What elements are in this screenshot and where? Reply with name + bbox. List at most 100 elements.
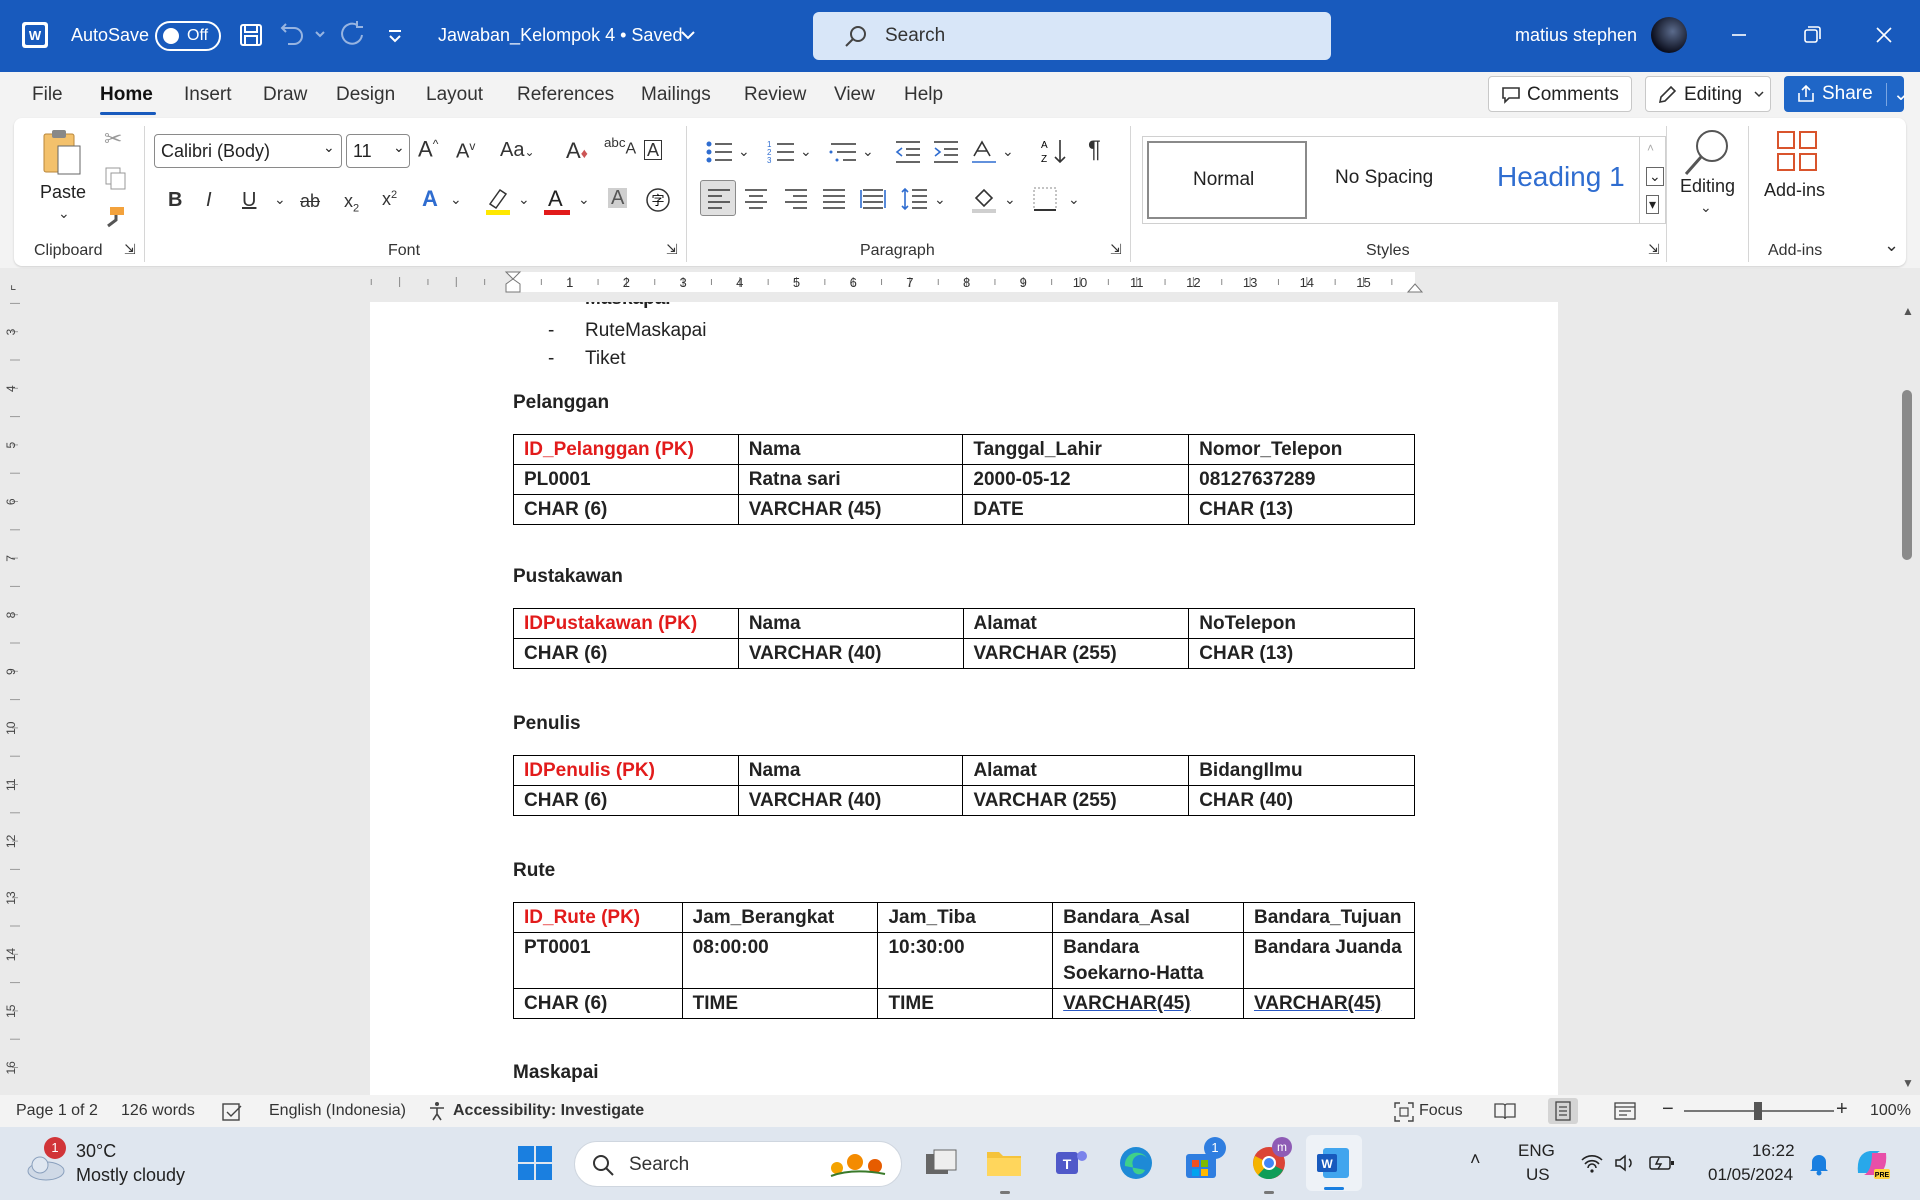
font-name-select[interactable]: Calibri (Body) ⌄ <box>154 134 342 168</box>
tab-selector-icon[interactable]: ⌞ <box>10 276 17 293</box>
strikethrough-icon[interactable]: ab <box>300 192 320 210</box>
language-top[interactable]: ENG <box>1518 1141 1555 1161</box>
document-title[interactable]: Jawaban_Kelompok 4 • Saved <box>438 25 682 46</box>
page-count[interactable]: Page 1 of 2 <box>16 1102 98 1120</box>
tab-mailings[interactable]: Mailings <box>641 84 711 106</box>
word-count[interactable]: 126 words <box>121 1102 195 1120</box>
focus-label[interactable]: Focus <box>1419 1102 1463 1120</box>
editing-dropdown-icon[interactable]: ⌄ <box>1700 200 1712 214</box>
superscript-icon[interactable]: x2 <box>382 190 397 209</box>
web-layout-icon[interactable] <box>1614 1101 1636 1121</box>
styles-up-icon[interactable]: ˄ <box>1647 141 1654 155</box>
paste-label[interactable]: Paste <box>40 182 86 203</box>
vertical-scrollbar[interactable]: ▲ ▼ <box>1896 302 1920 1095</box>
enclose-characters-icon[interactable]: 字 <box>644 186 672 214</box>
zoom-slider[interactable] <box>1684 1102 1834 1120</box>
format-painter-icon[interactable] <box>102 204 128 230</box>
paste-dropdown-icon[interactable]: ⌄ <box>58 206 70 220</box>
print-layout-button[interactable] <box>1548 1098 1578 1124</box>
tab-draw[interactable]: Draw <box>263 84 307 106</box>
close-icon[interactable] <box>1869 20 1899 50</box>
editing-group-label[interactable]: Editing <box>1680 176 1735 197</box>
text-direction-icon[interactable] <box>970 136 998 166</box>
share-dropdown-icon[interactable]: ⌄ <box>1886 83 1909 106</box>
save-icon[interactable] <box>236 20 266 50</box>
battery-icon[interactable] <box>1648 1153 1676 1173</box>
document-page[interactable]: - Maskapai - RuteMaskapai - Tiket Pelang… <box>370 302 1558 1095</box>
teams-icon[interactable]: T <box>1052 1144 1090 1182</box>
language-bottom[interactable]: US <box>1526 1165 1550 1185</box>
character-shading-icon[interactable]: A <box>608 188 628 208</box>
tab-review[interactable]: Review <box>744 84 806 106</box>
bullets-icon[interactable] <box>704 138 734 166</box>
grow-font-icon[interactable]: A^ <box>418 138 438 160</box>
subscript-icon[interactable]: x2 <box>344 192 359 215</box>
user-name[interactable]: matius stephen <box>1515 25 1637 46</box>
copilot-icon[interactable]: PRE <box>1852 1143 1892 1183</box>
show-formatting-marks-icon[interactable]: ¶ <box>1088 138 1101 162</box>
add-ins-icon[interactable] <box>1776 130 1818 172</box>
customize-toolbar-icon[interactable] <box>380 20 410 50</box>
highlight-icon[interactable] <box>484 186 512 216</box>
paragraph-launcher-icon[interactable]: ⇲ <box>1110 242 1122 256</box>
share-button[interactable]: Share ⌄ <box>1784 76 1909 112</box>
autosave-toggle[interactable]: Off <box>155 21 221 51</box>
multilevel-list-icon[interactable] <box>828 138 858 166</box>
align-center-icon[interactable] <box>744 188 768 210</box>
collapse-ribbon-icon[interactable]: ⌄ <box>1884 236 1899 254</box>
zoom-out-icon[interactable]: − <box>1662 1098 1674 1121</box>
change-case-icon[interactable]: Aa⌄ <box>500 140 535 160</box>
clock-time[interactable]: 16:22 <box>1752 1141 1795 1161</box>
task-view-icon[interactable] <box>922 1144 960 1182</box>
borders-dropdown-icon[interactable]: ⌄ <box>1068 192 1080 206</box>
volume-icon[interactable] <box>1614 1153 1638 1173</box>
editing-mode-button[interactable]: Editing <box>1645 76 1771 112</box>
scroll-up-icon[interactable]: ▲ <box>1902 304 1914 318</box>
distributed-icon[interactable] <box>860 186 886 212</box>
multilevel-dropdown-icon[interactable]: ⌄ <box>862 144 874 158</box>
file-explorer-icon[interactable] <box>985 1144 1023 1182</box>
bold-icon[interactable]: B <box>168 190 182 210</box>
zoom-in-icon[interactable]: + <box>1836 1098 1848 1121</box>
character-border-icon[interactable]: A <box>644 140 663 160</box>
align-left-button[interactable] <box>700 180 736 216</box>
read-mode-icon[interactable] <box>1494 1101 1516 1121</box>
styles-launcher-icon[interactable]: ⇲ <box>1648 242 1660 256</box>
justify-icon[interactable] <box>822 188 846 210</box>
copy-icon[interactable] <box>102 166 128 192</box>
clear-formatting-icon[interactable]: A♦ <box>566 140 588 162</box>
focus-icon[interactable] <box>1394 1102 1414 1122</box>
styles-more-icon[interactable]: ▾ <box>1646 195 1660 214</box>
avatar[interactable] <box>1651 17 1687 53</box>
notification-bell-icon[interactable] <box>1808 1152 1830 1176</box>
accessibility-status[interactable]: Accessibility: Investigate <box>453 1102 644 1120</box>
line-spacing-icon[interactable] <box>900 186 928 212</box>
weather-temperature[interactable]: 30°C <box>76 1141 116 1162</box>
align-right-icon[interactable] <box>784 188 808 210</box>
italic-icon[interactable]: I <box>206 190 212 210</box>
minimize-icon[interactable] <box>1724 20 1754 50</box>
clipboard-launcher-icon[interactable]: ⇲ <box>124 242 136 256</box>
font-size-select[interactable]: 11 ⌄ <box>346 134 410 168</box>
clock-date[interactable]: 01/05/2024 <box>1708 1165 1793 1185</box>
tab-help[interactable]: Help <box>904 84 943 106</box>
tab-home[interactable]: Home <box>100 84 153 106</box>
chevron-down-icon[interactable] <box>678 20 698 50</box>
numbering-dropdown-icon[interactable]: ⌄ <box>800 144 812 158</box>
paste-icon[interactable] <box>40 128 84 176</box>
word-taskbar-button[interactable]: W <box>1306 1135 1362 1191</box>
edge-icon[interactable] <box>1117 1144 1155 1182</box>
restore-icon[interactable] <box>1797 20 1827 50</box>
underline-dropdown-icon[interactable]: ⌄ <box>274 192 286 206</box>
tab-design[interactable]: Design <box>336 84 395 106</box>
decrease-indent-icon[interactable] <box>894 138 922 166</box>
style-heading-1[interactable]: Heading 1 <box>1497 161 1625 193</box>
font-launcher-icon[interactable]: ⇲ <box>666 242 678 256</box>
tab-layout[interactable]: Layout <box>426 84 483 106</box>
scrollbar-thumb[interactable] <box>1902 390 1912 560</box>
tray-chevron-icon[interactable]: ˄ <box>1470 1149 1481 1170</box>
tab-file[interactable]: File <box>32 84 63 106</box>
find-icon[interactable] <box>1682 126 1732 178</box>
borders-icon[interactable] <box>1032 186 1058 212</box>
text-effects-abc-icon[interactable]: abcA <box>604 136 636 157</box>
